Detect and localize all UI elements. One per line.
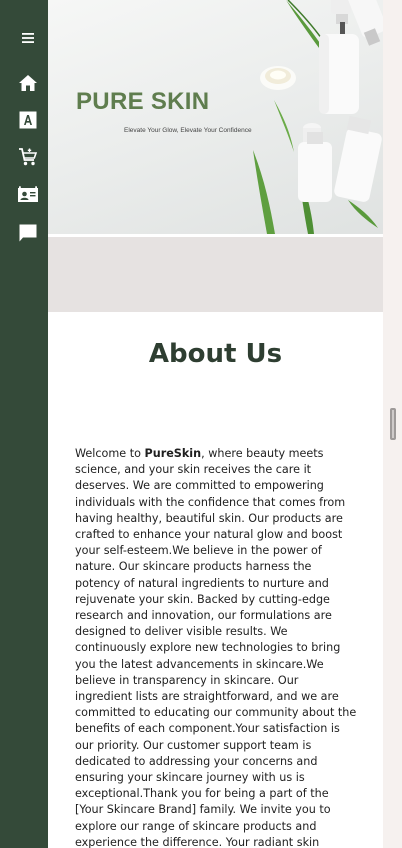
chat-icon[interactable] bbox=[17, 222, 39, 244]
page-title: About Us bbox=[148, 339, 283, 369]
sidebar bbox=[0, 0, 48, 848]
cart-icon[interactable] bbox=[17, 146, 39, 168]
intro-prefix: Welcome to bbox=[75, 447, 145, 460]
hero-banner: PURE SKIN Elevate Your Glow, Elevate You… bbox=[48, 0, 383, 234]
home-icon[interactable] bbox=[17, 72, 39, 94]
hero-product-image bbox=[253, 0, 383, 234]
brand-name: PureSkin bbox=[144, 447, 202, 460]
section-band bbox=[48, 237, 383, 312]
scrollbar-handle[interactable] bbox=[390, 408, 396, 440]
menu-icon[interactable] bbox=[17, 27, 39, 49]
main-content: PURE SKIN Elevate Your Glow, Elevate You… bbox=[48, 0, 383, 848]
contact-card-icon[interactable] bbox=[17, 184, 39, 206]
hero-tagline: Elevate Your Glow, Elevate Your Confiden… bbox=[124, 127, 252, 134]
letter-a-icon[interactable] bbox=[17, 109, 39, 131]
about-text: Welcome to PureSkin, where beauty meets … bbox=[75, 446, 357, 848]
hero-title: PURE SKIN bbox=[76, 88, 210, 115]
about-body-text: , where beauty meets science, and your s… bbox=[75, 447, 357, 848]
